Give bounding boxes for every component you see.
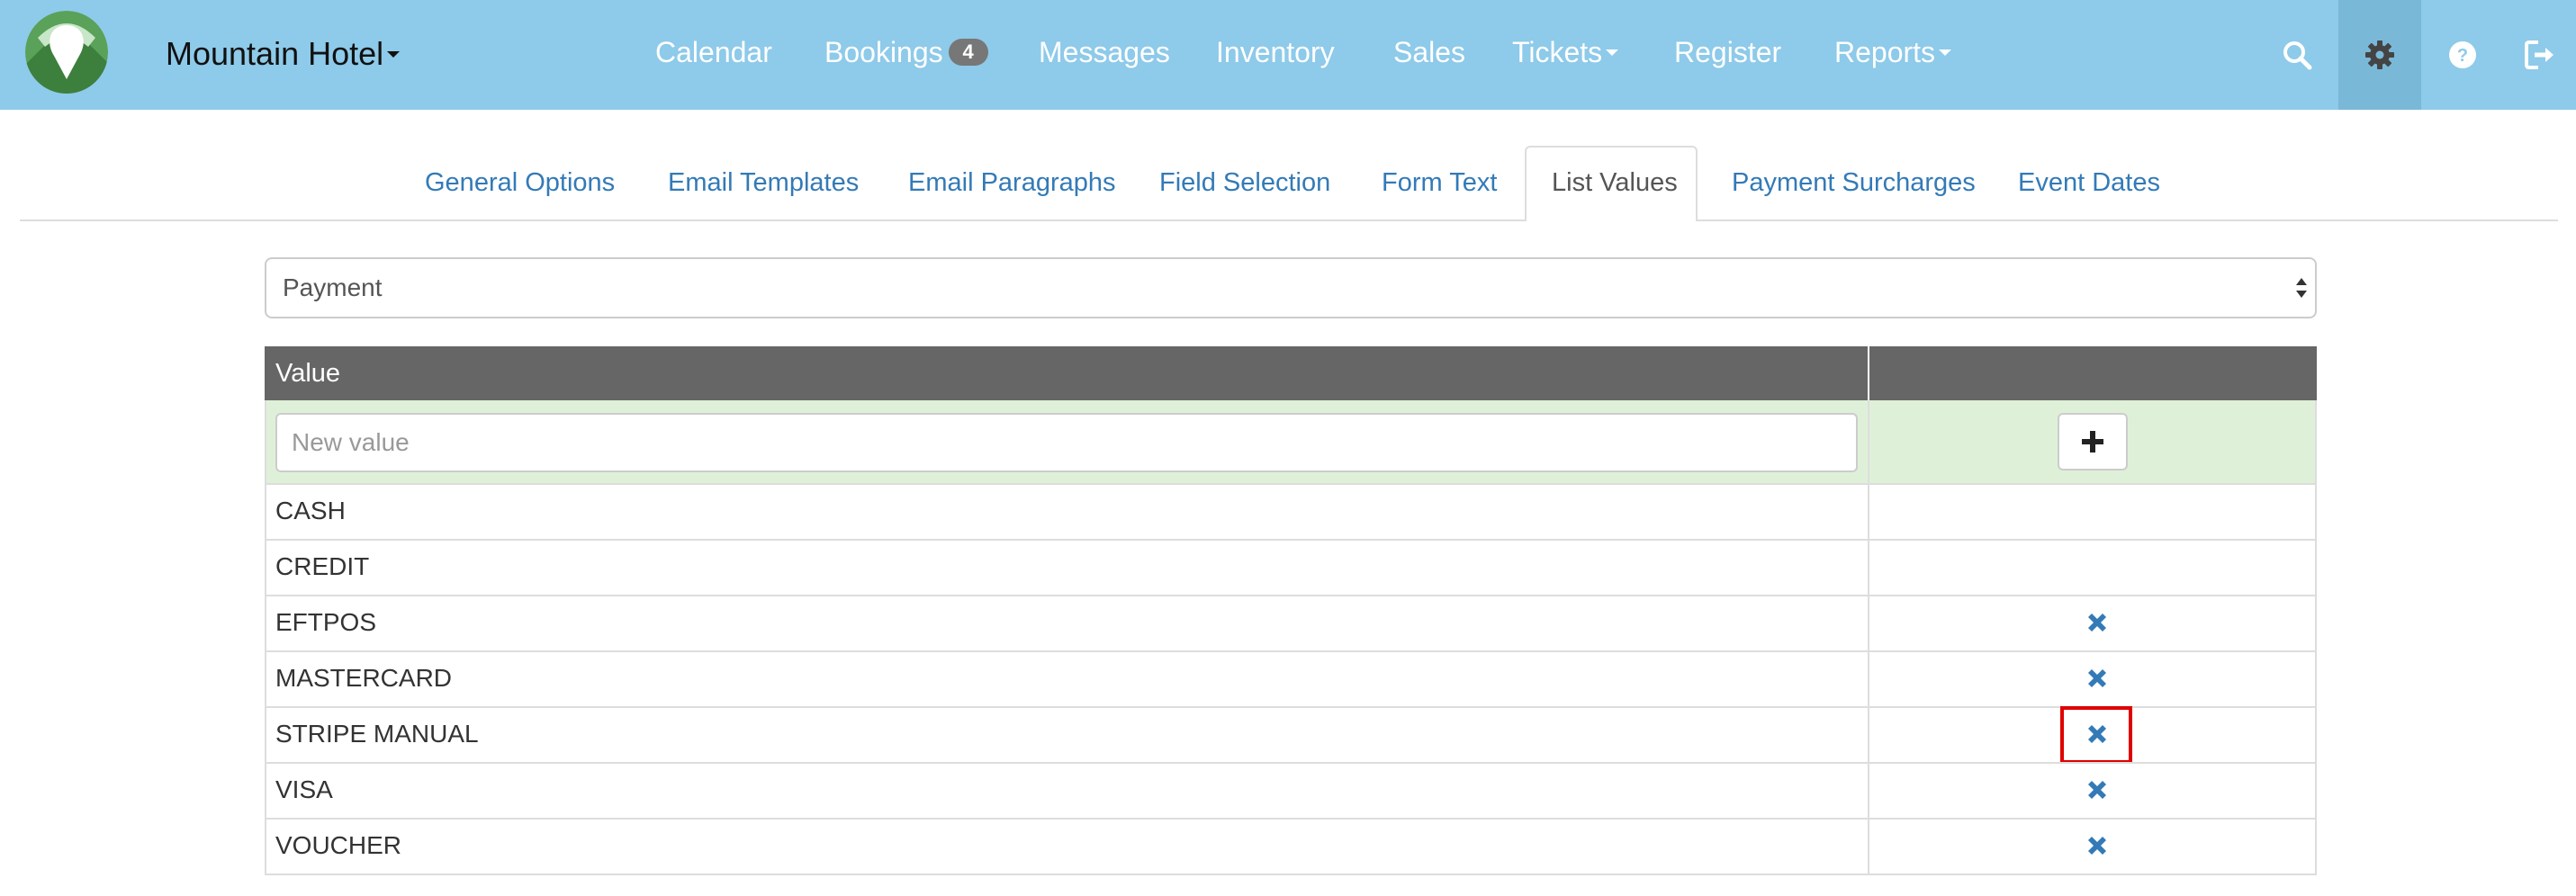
plus-icon xyxy=(2082,431,2103,452)
new-value-input[interactable] xyxy=(275,413,1858,472)
table-row: CASH xyxy=(265,483,2317,539)
chevron-down-icon xyxy=(1939,49,1952,57)
row-value: STRIPE MANUAL xyxy=(275,720,479,748)
nav-tickets[interactable]: Tickets xyxy=(1512,31,1619,74)
table-row: STRIPE MANUAL xyxy=(265,706,2317,764)
tab-list-values[interactable]: List Values xyxy=(1552,164,1678,202)
chevron-down-icon xyxy=(1606,49,1619,57)
bookings-count-badge: 4 xyxy=(948,38,988,66)
help-icon: ? xyxy=(2449,41,2476,68)
select-arrows-icon xyxy=(2296,278,2307,298)
help-button[interactable]: ? xyxy=(2421,0,2504,110)
table-row: MASTERCARD xyxy=(265,650,2317,706)
add-value-button[interactable] xyxy=(2058,413,2128,470)
row-value: EFTPOS xyxy=(275,608,377,636)
search-button[interactable] xyxy=(2256,0,2338,110)
column-divider xyxy=(1868,541,1869,595)
remove-icon[interactable] xyxy=(2085,778,2109,802)
logout-icon xyxy=(2525,40,2553,69)
settings-button[interactable] xyxy=(2338,0,2421,110)
gear-icon xyxy=(2365,40,2394,69)
row-value: CASH xyxy=(275,497,346,524)
column-divider xyxy=(1868,708,1869,762)
tab-payment-surcharges[interactable]: Payment Surcharges xyxy=(1732,164,1976,202)
row-value: VISA xyxy=(275,775,333,803)
table-row: VOUCHER xyxy=(265,818,2317,875)
svg-text:?: ? xyxy=(2457,46,2468,66)
tab-general-options[interactable]: General Options xyxy=(425,164,615,202)
row-value: VOUCHER xyxy=(275,831,402,859)
tab-event-dates[interactable]: Event Dates xyxy=(2018,164,2160,202)
remove-icon[interactable] xyxy=(2085,667,2109,690)
row-value: MASTERCARD xyxy=(275,664,453,692)
value-column-header: Value xyxy=(275,359,341,388)
table-row: CREDIT xyxy=(265,539,2317,595)
logout-button[interactable] xyxy=(2504,0,2576,110)
tab-email-paragraphs[interactable]: Email Paragraphs xyxy=(908,164,1116,202)
list-type-selected-value: Payment xyxy=(283,273,383,301)
nav-register[interactable]: Register xyxy=(1674,31,1781,74)
property-name: Mountain Hotel xyxy=(166,35,384,72)
tab-form-text[interactable]: Form Text xyxy=(1382,164,1497,202)
nav-tickets-label: Tickets xyxy=(1512,36,1603,68)
top-navbar: Mountain Hotel Calendar Bookings 4 Messag… xyxy=(0,0,2576,110)
tab-field-selection[interactable]: Field Selection xyxy=(1159,164,1330,202)
tab-email-templates[interactable]: Email Templates xyxy=(668,164,859,202)
new-value-row xyxy=(265,400,2317,483)
column-divider xyxy=(1868,764,1869,818)
highlight-box xyxy=(2060,706,2132,764)
nav-inventory[interactable]: Inventory xyxy=(1216,31,1335,74)
nav-reports-label: Reports xyxy=(1834,36,1936,68)
hotel-logo[interactable] xyxy=(25,11,108,94)
table-row: EFTPOS xyxy=(265,595,2317,650)
search-icon xyxy=(2283,41,2312,70)
nav-calendar[interactable]: Calendar xyxy=(655,31,772,74)
row-value: CREDIT xyxy=(275,552,370,580)
column-divider xyxy=(1868,596,1869,650)
remove-icon[interactable] xyxy=(2085,611,2109,634)
nav-reports[interactable]: Reports xyxy=(1834,31,1952,74)
tabs-divider xyxy=(20,220,2558,221)
column-divider xyxy=(1868,820,1869,874)
column-divider xyxy=(1868,400,1869,483)
nav-sales[interactable]: Sales xyxy=(1393,31,1465,74)
column-divider xyxy=(1868,346,1869,400)
chevron-down-icon xyxy=(387,50,401,58)
column-divider xyxy=(1868,485,1869,539)
property-selector[interactable]: Mountain Hotel xyxy=(166,32,401,76)
column-divider xyxy=(1868,652,1869,706)
nav-messages[interactable]: Messages xyxy=(1039,31,1170,74)
nav-bookings-label: Bookings xyxy=(824,36,943,68)
table-row: VISA xyxy=(265,762,2317,818)
table-header: Value xyxy=(265,346,2317,400)
list-type-select[interactable]: Payment xyxy=(265,257,2317,318)
nav-bookings[interactable]: Bookings 4 xyxy=(824,31,988,74)
remove-icon[interactable] xyxy=(2085,834,2109,857)
